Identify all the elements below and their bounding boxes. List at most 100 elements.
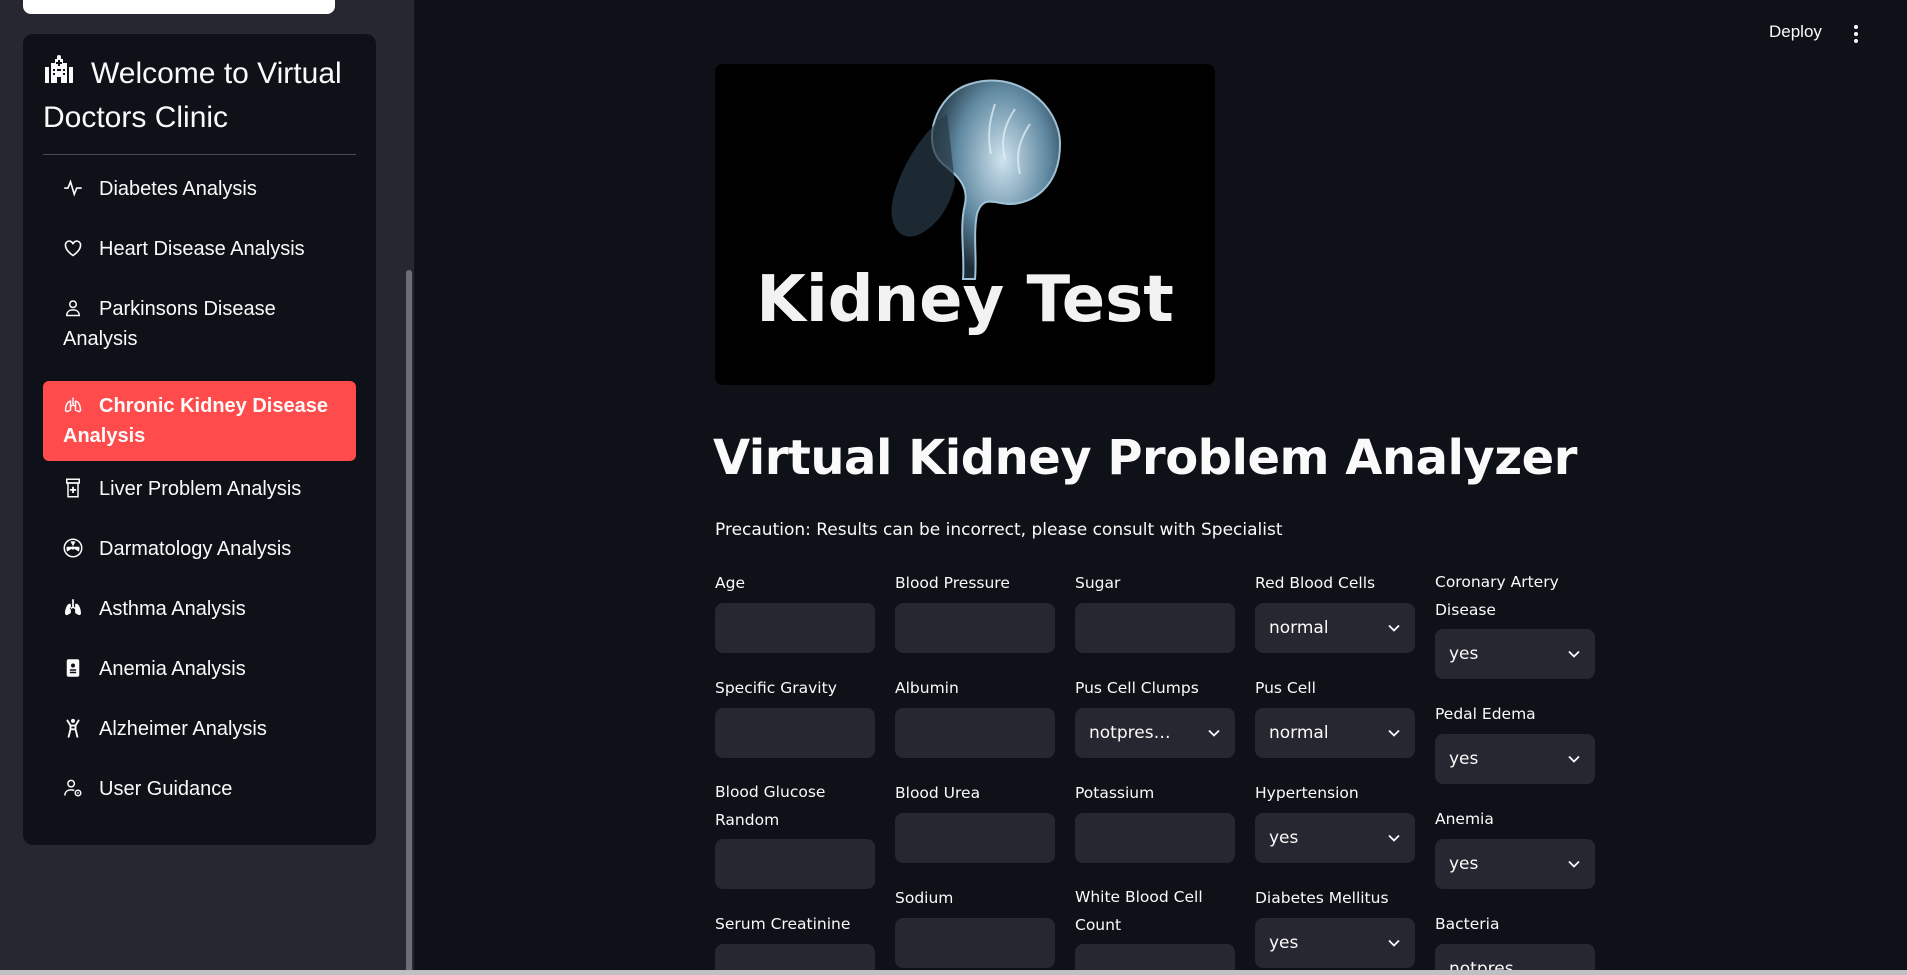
sidebar-item-label: Darmatology Analysis bbox=[99, 538, 292, 560]
anemia-value: yes bbox=[1449, 854, 1479, 874]
label-serum-creatinine: Serum Creatinine bbox=[715, 915, 851, 933]
activity-icon bbox=[63, 177, 83, 197]
label-pus-cell: Pus Cell bbox=[1255, 679, 1316, 697]
sidebar-item-chronic-kidney[interactable]: Chronic Kidney Disease Analysis bbox=[43, 381, 356, 461]
label-coronary-artery-disease: Coronary Artery Disease bbox=[1435, 573, 1559, 619]
lungs-icon bbox=[63, 394, 83, 414]
bacteria-value: notpresent bbox=[1449, 959, 1535, 970]
diabetes-mellitus-value: yes bbox=[1269, 933, 1299, 953]
label-sugar: Sugar bbox=[1075, 574, 1121, 592]
red-blood-cells-value: normal bbox=[1269, 618, 1329, 638]
sidebar-item-label: Asthma Analysis bbox=[99, 598, 246, 620]
blood-urea-input[interactable] bbox=[895, 813, 1055, 863]
label-albumin: Albumin bbox=[895, 679, 959, 697]
sidebar-item-liver[interactable]: Liver Problem Analysis bbox=[43, 474, 356, 504]
sidebar-item-label: Parkinsons Disease Analysis bbox=[63, 298, 276, 350]
kebab-menu-icon[interactable] bbox=[1846, 22, 1866, 48]
label-red-blood-cells: Red Blood Cells bbox=[1255, 574, 1376, 592]
sidebar-item-label: Liver Problem Analysis bbox=[99, 478, 302, 500]
label-white-blood-cell-count: White Blood Cell Count bbox=[1075, 888, 1203, 934]
sidebar-item-label: Diabetes Analysis bbox=[99, 178, 257, 200]
serum-creatinine-input[interactable] bbox=[715, 944, 875, 970]
label-pedal-edema: Pedal Edema bbox=[1435, 705, 1536, 723]
blood-glucose-random-input[interactable] bbox=[715, 839, 875, 889]
label-blood-urea: Blood Urea bbox=[895, 784, 981, 802]
sidebar-item-user-guidance[interactable]: User Guidance bbox=[43, 774, 356, 804]
specific-gravity-input[interactable] bbox=[715, 708, 875, 758]
label-sodium: Sodium bbox=[895, 889, 954, 907]
age-input[interactable] bbox=[715, 603, 875, 653]
deploy-button[interactable]: Deploy bbox=[1769, 22, 1822, 42]
sidebar-item-label: Alzheimer Analysis bbox=[99, 718, 267, 740]
sodium-input[interactable] bbox=[895, 918, 1055, 968]
label-pus-cell-clumps: Pus Cell Clumps bbox=[1075, 679, 1199, 697]
pus-cell-clumps-select[interactable]: notpresent bbox=[1075, 708, 1235, 758]
pedal-edema-value: yes bbox=[1449, 749, 1479, 769]
sidebar-item-label: Chronic Kidney Disease Analysis bbox=[63, 395, 328, 447]
sidebar-item-anemia[interactable]: Anemia Analysis bbox=[43, 654, 356, 684]
sidebar-item-parkinsons[interactable]: Parkinsons Disease Analysis bbox=[43, 294, 356, 354]
sidebar: Welcome to Virtual Doctors Clinic Diabet… bbox=[0, 0, 414, 975]
blood-pressure-input[interactable] bbox=[895, 603, 1055, 653]
prescription-icon bbox=[63, 477, 83, 498]
menu-title: Welcome to Virtual Doctors Clinic bbox=[43, 52, 343, 140]
coronary-artery-disease-value: yes bbox=[1449, 644, 1479, 664]
chevron-down-icon bbox=[1388, 939, 1400, 947]
sidebar-item-alzheimer[interactable]: Alzheimer Analysis bbox=[43, 714, 356, 744]
nav-menu: Welcome to Virtual Doctors Clinic Diabet… bbox=[23, 34, 376, 845]
badge-icon bbox=[63, 657, 83, 677]
potassium-input[interactable] bbox=[1075, 813, 1235, 863]
hypertension-select[interactable]: yes bbox=[1255, 813, 1415, 863]
lungs-fill-icon bbox=[63, 597, 83, 617]
hypertension-value: yes bbox=[1269, 828, 1299, 848]
person-arms-up-icon bbox=[63, 717, 83, 738]
sugar-input[interactable] bbox=[1075, 603, 1235, 653]
label-age: Age bbox=[715, 574, 745, 592]
menu-divider bbox=[43, 154, 356, 155]
page-title: Virtual Kidney Problem Analyzer bbox=[713, 430, 1577, 486]
diabetes-mellitus-select[interactable]: yes bbox=[1255, 918, 1415, 968]
label-potassium: Potassium bbox=[1075, 784, 1155, 802]
sidebar-item-darmatology[interactable]: Darmatology Analysis bbox=[43, 534, 356, 564]
anemia-select[interactable]: yes bbox=[1435, 839, 1595, 889]
chevron-down-icon bbox=[1568, 755, 1580, 763]
chevron-down-icon bbox=[1388, 834, 1400, 842]
coronary-artery-disease-select[interactable]: yes bbox=[1435, 629, 1595, 679]
pedal-edema-select[interactable]: yes bbox=[1435, 734, 1595, 784]
pus-cell-value: normal bbox=[1269, 723, 1329, 743]
kidney-icon: Kidney Test bbox=[756, 79, 1174, 337]
chevron-down-icon bbox=[1568, 860, 1580, 868]
label-hypertension: Hypertension bbox=[1255, 784, 1359, 802]
heart-icon bbox=[63, 237, 83, 257]
person-icon bbox=[63, 297, 83, 317]
sidebar-item-asthma[interactable]: Asthma Analysis bbox=[43, 594, 356, 624]
label-anemia: Anemia bbox=[1435, 810, 1494, 828]
sidebar-item-diabetes[interactable]: Diabetes Analysis bbox=[43, 174, 356, 204]
window-bottom-edge bbox=[0, 970, 1907, 975]
hospital-icon bbox=[43, 53, 75, 85]
chevron-down-icon bbox=[1208, 729, 1220, 737]
sidebar-item-label: Anemia Analysis bbox=[99, 658, 246, 680]
chevron-down-icon bbox=[1388, 624, 1400, 632]
hero-image: Kidney Test bbox=[715, 64, 1215, 385]
sidebar-item-heart-disease[interactable]: Heart Disease Analysis bbox=[43, 234, 356, 264]
white-blood-cell-count-input[interactable] bbox=[1075, 944, 1235, 970]
sidebar-item-label: Heart Disease Analysis bbox=[99, 238, 305, 260]
label-diabetes-mellitus: Diabetes Mellitus bbox=[1255, 889, 1389, 907]
precaution-text: Precaution: Results can be incorrect, pl… bbox=[715, 520, 1283, 540]
label-bacteria: Bacteria bbox=[1435, 915, 1500, 933]
bacteria-select[interactable]: notpresent bbox=[1435, 944, 1595, 970]
pus-cell-select[interactable]: normal bbox=[1255, 708, 1415, 758]
red-blood-cells-select[interactable]: normal bbox=[1255, 603, 1415, 653]
sidebar-top-widget[interactable] bbox=[23, 0, 335, 14]
person-gear-icon bbox=[63, 777, 83, 797]
sidebar-item-label: User Guidance bbox=[99, 778, 233, 800]
menu-title-text: Welcome to Virtual Doctors Clinic bbox=[43, 57, 342, 134]
radioactive-icon bbox=[63, 537, 83, 558]
sidebar-scrollbar[interactable] bbox=[406, 270, 412, 975]
chevron-down-icon bbox=[1388, 729, 1400, 737]
pus-cell-clumps-value: notpresent bbox=[1089, 723, 1175, 743]
albumin-input[interactable] bbox=[895, 708, 1055, 758]
chevron-down-icon bbox=[1568, 650, 1580, 658]
label-specific-gravity: Specific Gravity bbox=[715, 679, 837, 697]
